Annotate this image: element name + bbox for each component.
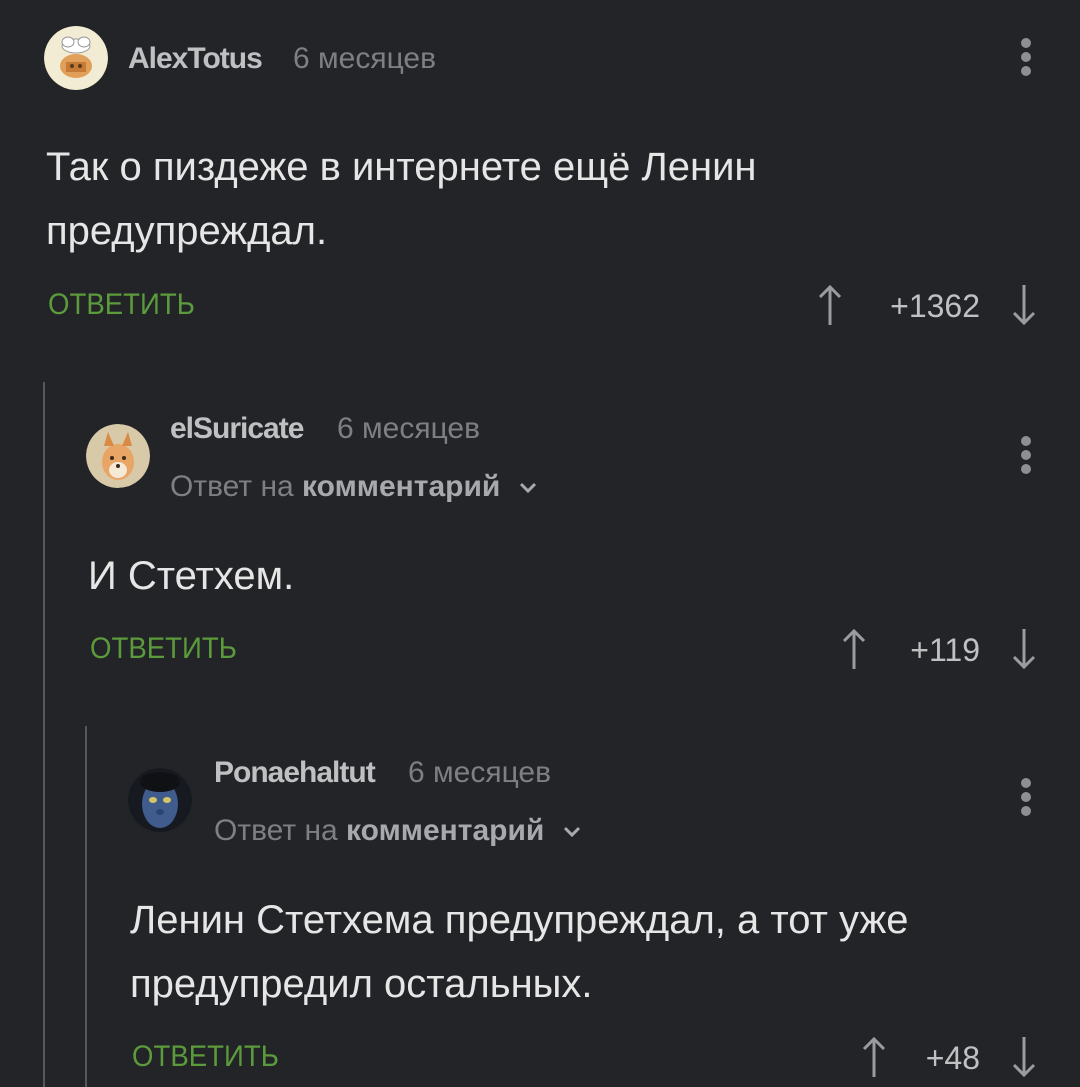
reply-to-prefix: Ответ на bbox=[214, 814, 338, 847]
upvote-arrow-icon[interactable] bbox=[862, 1035, 886, 1079]
reply-to[interactable]: Ответ на комментарий bbox=[214, 814, 581, 848]
comment-text-line: предупредил остальных. bbox=[130, 962, 593, 1006]
thread-line bbox=[85, 726, 87, 1087]
reply-to-link[interactable]: комментарий bbox=[346, 814, 544, 847]
timestamp: 6 месяцев bbox=[337, 412, 481, 445]
more-options-icon[interactable] bbox=[1016, 436, 1036, 480]
avatar-fox-icon bbox=[86, 424, 150, 488]
upvote-arrow-icon[interactable] bbox=[818, 283, 842, 327]
avatar[interactable] bbox=[86, 424, 150, 488]
timestamp: 6 месяцев bbox=[408, 756, 552, 789]
username[interactable]: AlexTotus bbox=[128, 42, 263, 76]
comment-text-line: И Стетхем. bbox=[88, 554, 295, 598]
reply-button[interactable]: ОТВЕТИТЬ bbox=[48, 288, 195, 322]
downvote-arrow-icon[interactable] bbox=[1012, 1035, 1036, 1079]
comment-text: И Стетхем. bbox=[88, 544, 294, 608]
comment-text-line: предупреждал. bbox=[46, 209, 328, 253]
avatar[interactable] bbox=[128, 768, 192, 832]
comment-text: Ленин Стетхема предупреждал, а тот уже п… bbox=[130, 888, 909, 1016]
reply-to-link[interactable]: комментарий bbox=[302, 470, 500, 503]
reply-button[interactable]: ОТВЕТИТЬ bbox=[90, 632, 237, 666]
rating-count: +1362 bbox=[890, 288, 980, 324]
avatar-blue-face-icon bbox=[128, 768, 192, 832]
rating-count: +48 bbox=[925, 1040, 980, 1076]
timestamp: 6 месяцев bbox=[293, 42, 437, 75]
avatar[interactable] bbox=[44, 26, 108, 90]
comment-text-line: Так о пиздеже в интернете ещё Ленин bbox=[46, 145, 757, 189]
downvote-arrow-icon[interactable] bbox=[1012, 627, 1036, 671]
chevron-down-icon[interactable] bbox=[563, 826, 581, 838]
rating-count: +119 bbox=[910, 632, 980, 668]
more-options-icon[interactable] bbox=[1016, 778, 1036, 822]
thread-line bbox=[43, 382, 45, 1087]
comment-text-line: Ленин Стетхема предупреждал, а тот уже bbox=[130, 898, 909, 942]
chevron-down-icon[interactable] bbox=[519, 482, 537, 494]
reply-button[interactable]: ОТВЕТИТЬ bbox=[132, 1040, 279, 1074]
upvote-arrow-icon[interactable] bbox=[842, 627, 866, 671]
more-options-icon[interactable] bbox=[1016, 38, 1036, 82]
avatar-cartoon-icon bbox=[44, 26, 108, 90]
reply-to[interactable]: Ответ на комментарий bbox=[170, 470, 537, 504]
comment-text: Так о пиздеже в интернете ещё Ленин пред… bbox=[46, 135, 757, 263]
username[interactable]: Ponaehaltut bbox=[214, 756, 376, 790]
downvote-arrow-icon[interactable] bbox=[1012, 283, 1036, 327]
reply-to-prefix: Ответ на bbox=[170, 470, 294, 503]
username[interactable]: elSuricate bbox=[170, 412, 304, 446]
